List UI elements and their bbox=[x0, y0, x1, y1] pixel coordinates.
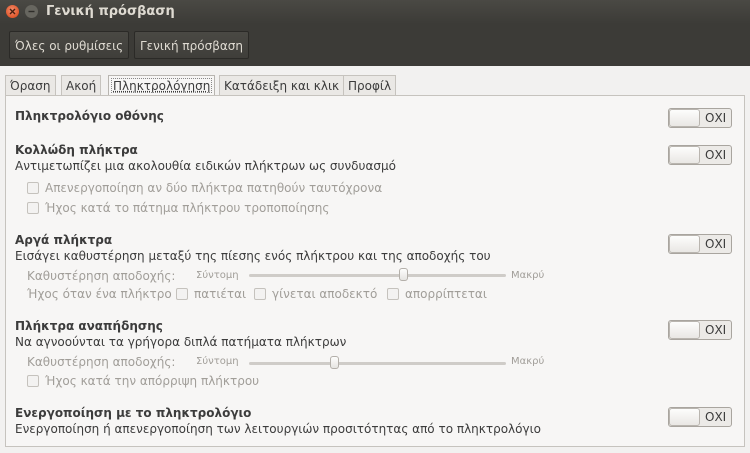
sticky-beep-modifier-checkbox[interactable] bbox=[27, 202, 39, 214]
slow-beep-pressed-label: πατιέται bbox=[194, 287, 247, 301]
bounce-beep-rejected-label: Ήχος κατά την απόρριψη πλήκτρου bbox=[45, 374, 260, 388]
title-bar: Γενική πρόσβαση bbox=[0, 0, 750, 24]
onscreen-keyboard-switch[interactable]: ΟΧΙ bbox=[668, 108, 732, 128]
sticky-disable-two-keys-checkbox[interactable] bbox=[27, 182, 39, 194]
switch-knob bbox=[669, 408, 700, 426]
tab-hearing[interactable]: Ακοή bbox=[61, 75, 102, 96]
bounce-keys-short-label: Σύντομη bbox=[196, 356, 239, 367]
tab-pointing-clicking[interactable]: Κατάδειξη και κλικ bbox=[219, 75, 345, 96]
bounce-keys-delay-label: Καθυστέρηση αποδοχής: bbox=[27, 355, 176, 369]
slow-beep-rejected-checkbox[interactable] bbox=[387, 288, 399, 300]
switch-state-label: ΟΧΙ bbox=[705, 111, 727, 125]
close-icon bbox=[9, 8, 16, 15]
minimize-icon bbox=[28, 10, 35, 13]
universal-access-breadcrumb[interactable]: Γενική πρόσβαση bbox=[134, 31, 249, 59]
switch-state-label: ΟΧΙ bbox=[705, 323, 727, 337]
switch-state-label: ΟΧΙ bbox=[705, 237, 727, 251]
sticky-keys-description: Αντιμετωπίζει μια ακολουθία ειδικών πλήκ… bbox=[15, 159, 396, 173]
slow-keys-switch[interactable]: ΟΧΙ bbox=[668, 234, 732, 254]
slow-beep-rejected-label: απορρίπτεται bbox=[405, 287, 487, 301]
tab-profile[interactable]: Προφίλ bbox=[343, 75, 397, 96]
bounce-keys-switch[interactable]: ΟΧΙ bbox=[668, 320, 732, 340]
minimize-window-button[interactable] bbox=[25, 5, 38, 18]
all-settings-button[interactable]: Όλες οι ρυθμίσεις bbox=[9, 31, 130, 59]
toolbar: Όλες οι ρυθμίσεις Γενική πρόσβαση bbox=[0, 24, 750, 66]
slow-keys-title: Αργά πλήκτρα bbox=[15, 233, 113, 247]
switch-knob bbox=[669, 109, 700, 127]
slow-keys-short-label: Σύντομη bbox=[196, 270, 239, 281]
switch-knob bbox=[669, 235, 700, 253]
slow-beep-pressed-checkbox[interactable] bbox=[176, 288, 188, 300]
switch-knob bbox=[669, 146, 700, 164]
onscreen-keyboard-title: Πληκτρολόγιο οθόνης bbox=[15, 109, 164, 123]
sticky-keys-title: Κολλώδη πλήκτρα bbox=[15, 143, 138, 157]
close-window-button[interactable] bbox=[6, 5, 19, 18]
bounce-keys-delay-slider[interactable] bbox=[249, 362, 506, 365]
switch-state-label: ΟΧΙ bbox=[705, 410, 727, 424]
keyboard-enable-description: Ενεργοποίηση ή απενεργοποίηση των λειτου… bbox=[15, 422, 541, 436]
slow-keys-beep-label: Ήχος όταν ένα πλήκτρο bbox=[27, 287, 172, 301]
switch-state-label: ΟΧΙ bbox=[705, 148, 727, 162]
slow-keys-long-label: Μακρύ bbox=[511, 270, 545, 281]
slow-keys-description: Εισάγει καθυστέρηση μεταξύ της πίεσης εν… bbox=[15, 249, 491, 263]
slow-keys-delay-label: Καθυστέρηση αποδοχής: bbox=[27, 269, 176, 283]
keyboard-enable-switch[interactable]: ΟΧΙ bbox=[668, 407, 732, 427]
tab-typing[interactable]: Πληκτρολόγηση bbox=[108, 75, 216, 96]
slow-beep-accepted-label: γίνεται αποδεκτό bbox=[272, 287, 378, 301]
slow-keys-delay-slider[interactable] bbox=[249, 274, 506, 277]
slow-beep-accepted-checkbox[interactable] bbox=[254, 288, 266, 300]
tab-seeing[interactable]: Όραση bbox=[5, 75, 56, 96]
keyboard-enable-title: Ενεργοποίηση με το πληκτρολόγιο bbox=[15, 406, 252, 420]
sticky-beep-modifier-label: Ήχος κατά το πάτημα πλήκτρου τροποποίηση… bbox=[45, 201, 330, 215]
sticky-keys-switch[interactable]: ΟΧΙ bbox=[668, 145, 732, 165]
bounce-keys-title: Πλήκτρα αναπήδησης bbox=[15, 319, 163, 333]
sticky-disable-two-keys-label: Απενεργοποίηση αν δύο πλήκτρα πατηθούν τ… bbox=[45, 181, 383, 195]
bounce-keys-long-label: Μακρύ bbox=[511, 356, 545, 367]
bounce-beep-rejected-checkbox[interactable] bbox=[27, 375, 39, 387]
bounce-keys-delay-slider-handle[interactable] bbox=[329, 356, 339, 369]
slow-keys-delay-slider-handle[interactable] bbox=[399, 268, 409, 281]
bounce-keys-description: Να αγνοούνται τα γρήγορα διπλά πατήματα … bbox=[15, 335, 347, 349]
switch-knob bbox=[669, 321, 700, 339]
window-title: Γενική πρόσβαση bbox=[46, 4, 175, 19]
